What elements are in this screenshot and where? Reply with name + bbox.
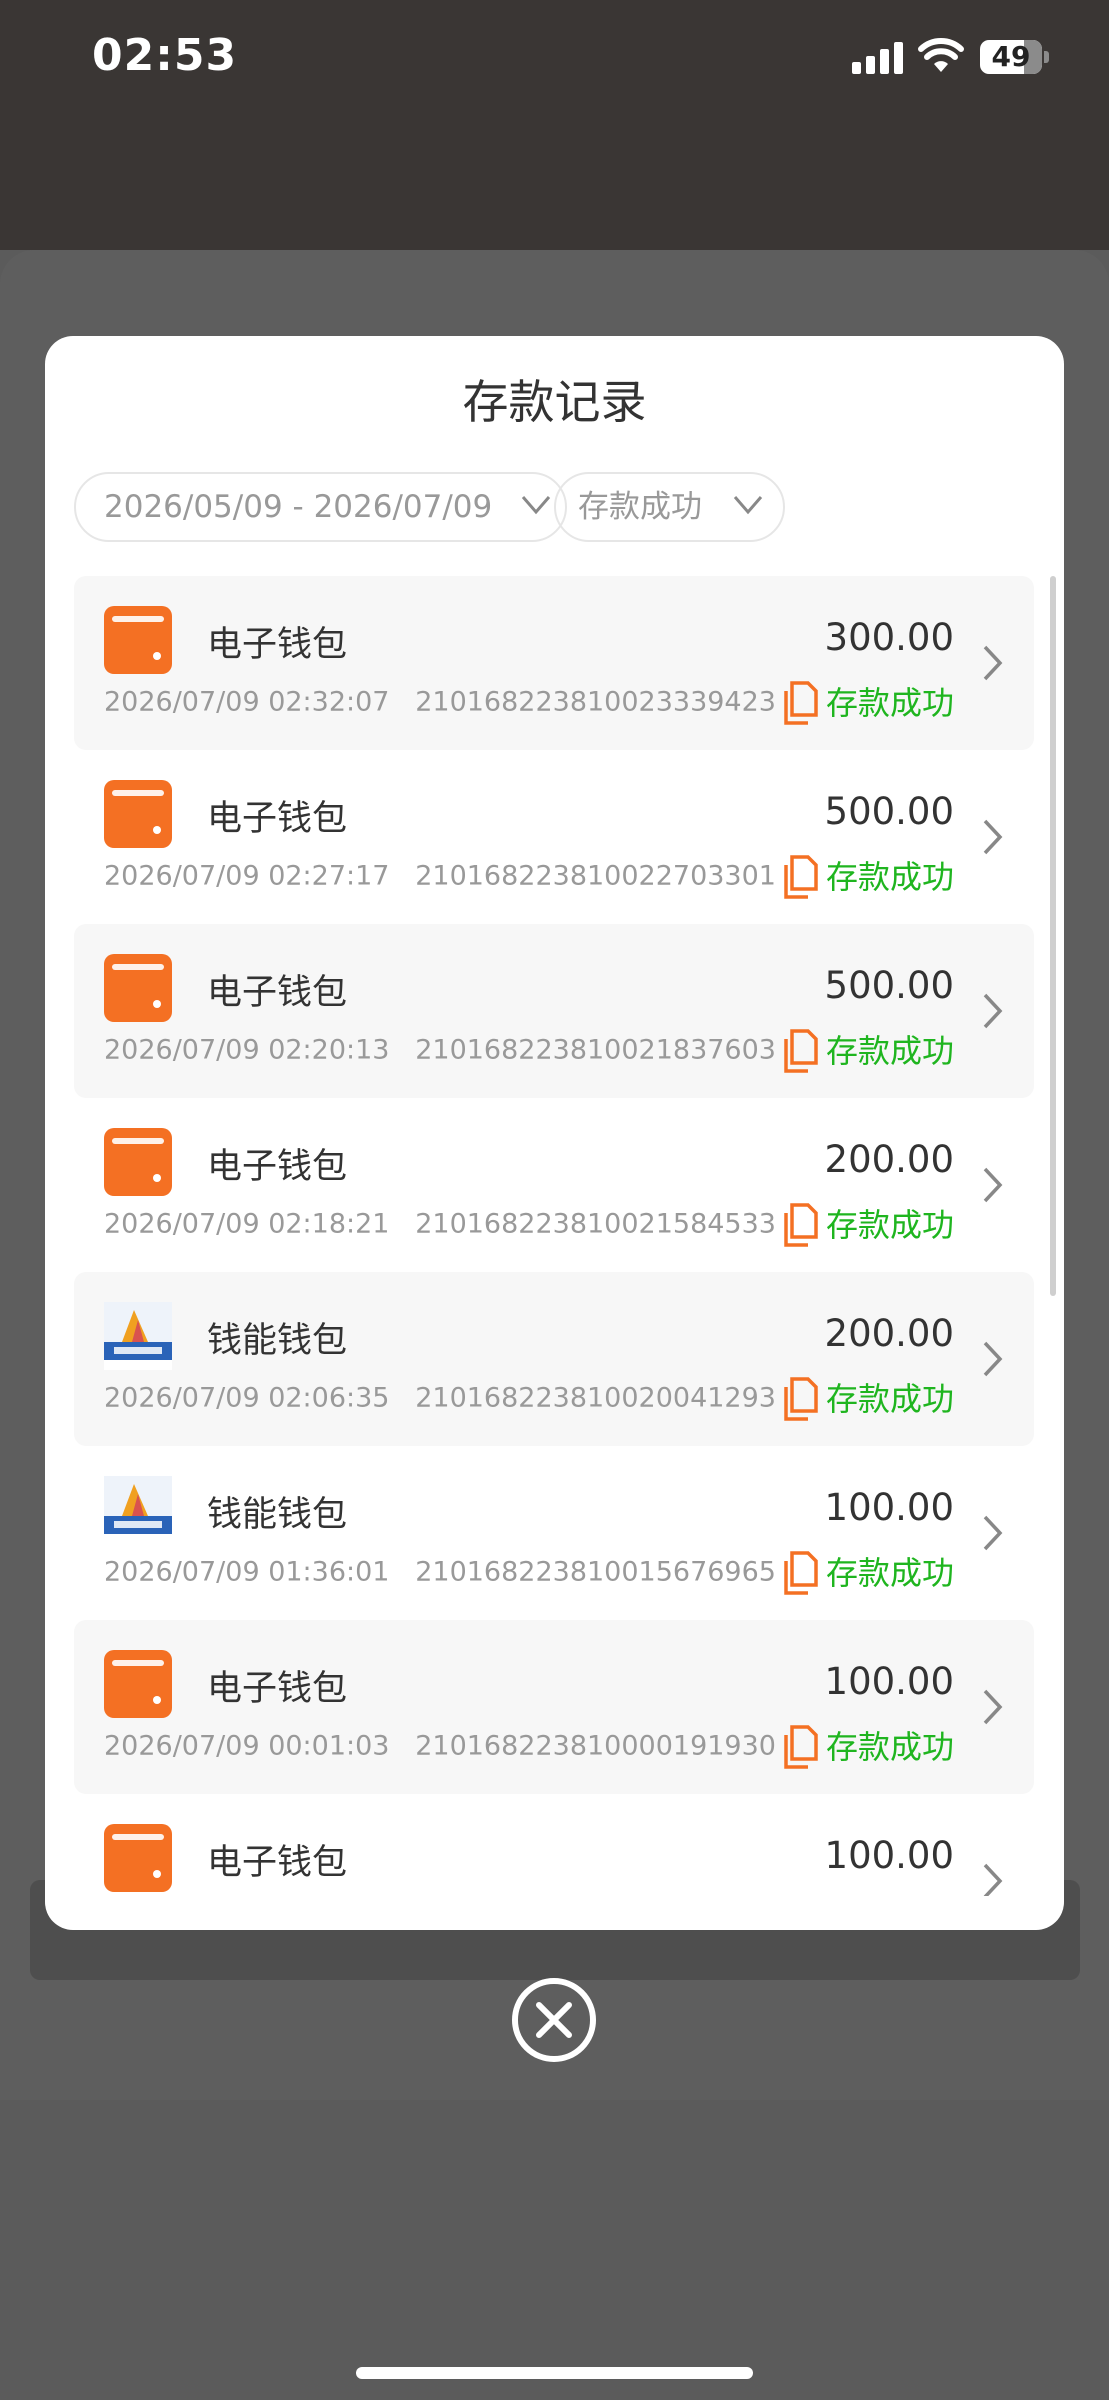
status-filter[interactable]: 存款成功 <box>554 472 785 542</box>
record-meta: 2026/07/09 02:06:35 21016822381002004129… <box>104 1377 820 1421</box>
record-datetime: 2026/07/09 02:06:35 <box>104 1382 390 1414</box>
date-range-label: 2026/05/09 - 2026/07/09 <box>104 489 493 525</box>
wallet-icon <box>104 1650 172 1718</box>
order-number: 210168223810023339423 <box>415 686 776 718</box>
record-meta: 2026/07/09 02:27:17 21016822381002270330… <box>104 855 820 899</box>
deposit-amount: 100.00 <box>824 1834 954 1877</box>
payment-method-name: 电子钱包 <box>207 625 348 665</box>
payment-method-name: 钱能钱包 <box>207 1321 348 1361</box>
deposit-status: 存款成功 <box>825 1728 954 1766</box>
chevron-right-icon[interactable] <box>982 1340 1004 1378</box>
payment-method-name: 电子钱包 <box>207 973 348 1013</box>
copy-icon[interactable] <box>782 1551 820 1595</box>
qianneng-logo-icon <box>104 1476 172 1544</box>
chevron-right-icon[interactable] <box>982 644 1004 682</box>
deposit-record-row[interactable]: 电子钱包 2026/07/09 02:18:21 2101682238100215… <box>74 1098 1034 1272</box>
qianneng-logo-icon <box>104 1302 172 1370</box>
cellular-signal-icon <box>852 40 904 74</box>
battery-icon: 49 <box>980 40 1050 74</box>
order-number: 210168223810020041293 <box>415 1382 776 1414</box>
deposit-record-row[interactable]: 钱能钱包 2026/07/09 01:36:01 2101682238100156… <box>74 1446 1034 1620</box>
record-datetime: 2026/07/09 02:27:17 <box>104 860 390 892</box>
chevron-right-icon[interactable] <box>982 818 1004 856</box>
date-range-filter[interactable]: 2026/05/09 - 2026/07/09 <box>74 472 567 542</box>
record-meta: 2026/07/09 02:18:21 21016822381002158453… <box>104 1203 820 1247</box>
battery-level: 49 <box>991 40 1031 73</box>
copy-icon[interactable] <box>782 1029 820 1073</box>
deposit-status: 存款成功 <box>825 1206 954 1244</box>
payment-method-name: 电子钱包 <box>207 1669 348 1709</box>
deposit-status: 存款成功 <box>825 858 954 896</box>
copy-icon[interactable] <box>782 1377 820 1421</box>
deposit-record-list[interactable]: 电子钱包 2026/07/09 02:32:07 2101682238100233… <box>74 576 1034 1896</box>
deposit-amount: 500.00 <box>824 790 954 833</box>
record-meta: 2026/07/09 01:36:01 21016822381001567696… <box>104 1551 820 1595</box>
wallet-icon <box>104 1128 172 1196</box>
record-datetime: 2026/07/09 00:01:03 <box>104 1730 390 1762</box>
chevron-down-icon <box>733 496 763 515</box>
deposit-record-row[interactable]: 电子钱包 2026/07/09 00:01:03 2101682238100001… <box>74 1620 1034 1794</box>
deposit-status: 存款成功 <box>825 1032 954 1070</box>
status-time: 02:53 <box>92 30 238 81</box>
deposit-amount: 200.00 <box>824 1138 954 1181</box>
record-datetime: 2026/07/09 02:32:07 <box>104 686 390 718</box>
copy-icon[interactable] <box>782 1203 820 1247</box>
record-meta: 2026/07/09 00:01:03 21016822381000019193… <box>104 1725 820 1769</box>
wallet-icon <box>104 606 172 674</box>
record-datetime: 2026/07/09 01:36:01 <box>104 1556 390 1588</box>
chevron-right-icon[interactable] <box>982 1862 1004 1896</box>
payment-method-name: 电子钱包 <box>207 1147 348 1187</box>
status-filter-label: 存款成功 <box>578 489 702 525</box>
deposit-status: 存款成功 <box>825 1554 954 1592</box>
wallet-icon <box>104 954 172 1022</box>
deposit-amount: 200.00 <box>824 1312 954 1355</box>
payment-method-name: 电子钱包 <box>207 799 348 839</box>
deposit-amount: 300.00 <box>824 616 954 659</box>
deposit-record-row[interactable]: 钱能钱包 2026/07/09 02:06:35 2101682238100200… <box>74 1272 1034 1446</box>
status-bar: 02:53 49 <box>0 0 1109 120</box>
record-datetime: 2026/07/09 02:20:13 <box>104 1034 390 1066</box>
order-number: 210168223810021584533 <box>415 1208 776 1240</box>
close-icon[interactable] <box>511 1977 597 2063</box>
deposit-record-row[interactable]: 电子钱包 2026/07/09 02:32:07 2101682238100233… <box>74 576 1034 750</box>
record-meta: 2026/07/09 02:32:07 21016822381002333942… <box>104 681 820 725</box>
record-datetime: 2026/07/09 02:18:21 <box>104 1208 390 1240</box>
deposit-record-row[interactable]: 电子钱包 2026/07/09 02:20:13 2101682238100218… <box>74 924 1034 1098</box>
copy-icon[interactable] <box>782 855 820 899</box>
deposit-status: 存款成功 <box>825 1380 954 1418</box>
chevron-down-icon <box>521 496 551 515</box>
deposit-status: 存款成功 <box>825 684 954 722</box>
chevron-right-icon[interactable] <box>982 992 1004 1030</box>
deposit-amount: 500.00 <box>824 964 954 1007</box>
modal-title: 存款记录 <box>462 375 647 429</box>
deposit-record-row[interactable]: 电子钱包 2026/07/09 02:27:17 2101682238100227… <box>74 750 1034 924</box>
deposit-record-row[interactable]: 电子钱包 100.00 <box>74 1794 1034 1896</box>
chevron-right-icon[interactable] <box>982 1688 1004 1726</box>
wallet-icon <box>104 780 172 848</box>
order-number: 210168223810015676965 <box>415 1556 776 1588</box>
list-scrollbar[interactable] <box>1050 576 1056 1296</box>
payment-method-name: 钱能钱包 <box>207 1495 348 1535</box>
wifi-icon <box>918 38 964 72</box>
copy-icon[interactable] <box>782 681 820 725</box>
copy-icon[interactable] <box>782 1725 820 1769</box>
record-meta: 2026/07/09 02:20:13 21016822381002183760… <box>104 1029 820 1073</box>
payment-method-name: 电子钱包 <box>207 1843 348 1883</box>
deposit-amount: 100.00 <box>824 1486 954 1529</box>
wallet-icon <box>104 1824 172 1892</box>
order-number: 210168223810022703301 <box>415 860 776 892</box>
chevron-right-icon[interactable] <box>982 1166 1004 1204</box>
deposit-records-modal: 存款记录 2026/05/09 - 2026/07/09 存款成功 电子钱包 20… <box>45 336 1064 1930</box>
home-indicator <box>356 2367 753 2379</box>
chevron-right-icon[interactable] <box>982 1514 1004 1552</box>
order-number: 210168223810021837603 <box>415 1034 776 1066</box>
deposit-amount: 100.00 <box>824 1660 954 1703</box>
order-number: 210168223810000191930 <box>415 1730 776 1762</box>
